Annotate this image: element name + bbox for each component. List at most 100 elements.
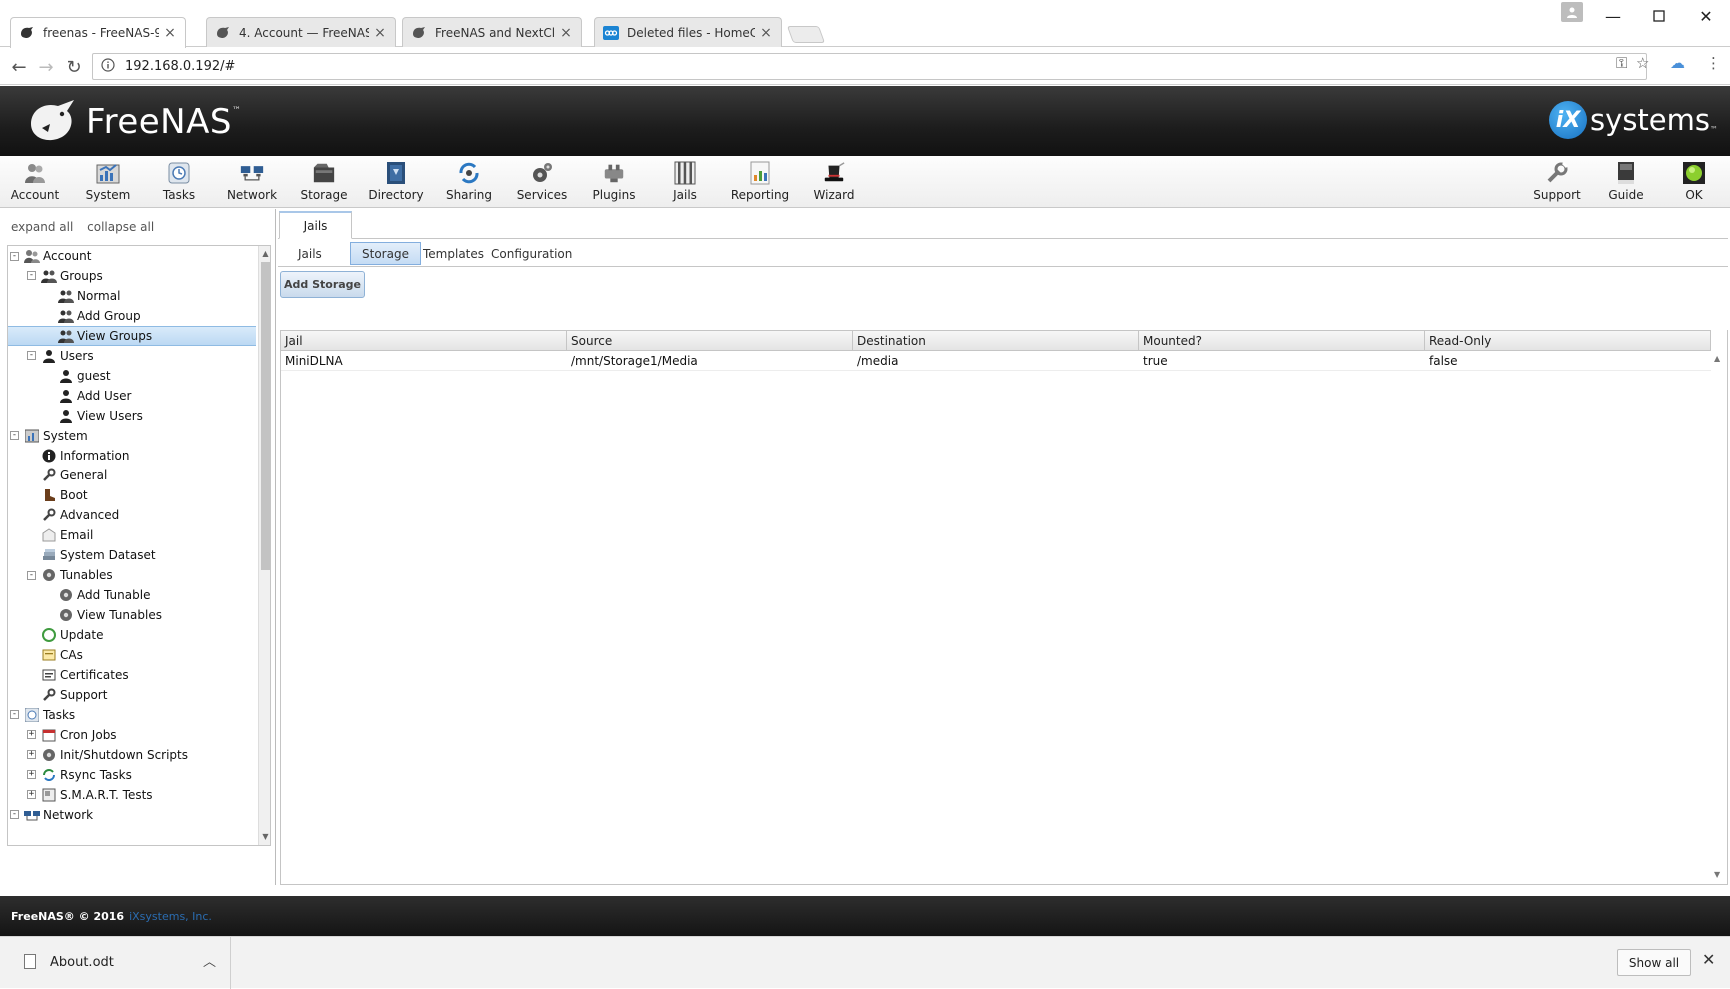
toolbar-jails-button[interactable]: Jails	[649, 161, 721, 205]
column-header-mounted[interactable]: Mounted?	[1139, 331, 1425, 351]
column-header-source[interactable]: Source	[567, 331, 853, 351]
browser-tab-homecloud[interactable]: Deleted files - HomeCloud ×	[594, 17, 782, 47]
collapse-icon[interactable]: -	[27, 271, 36, 281]
toolbar-services-button[interactable]: Services	[506, 161, 578, 205]
subtab-storage[interactable]: Storage	[350, 242, 421, 265]
toolbar-network-button[interactable]: Network	[216, 161, 288, 205]
tree-item-guest[interactable]: guest	[8, 366, 256, 386]
toolbar-guide-button[interactable]: Guide	[1590, 161, 1662, 205]
toolbar-sharing-button[interactable]: Sharing	[433, 161, 505, 205]
toolbar-wizard-button[interactable]: Wizard	[798, 161, 870, 205]
cloud-extension-icon[interactable]: ☁	[1670, 54, 1685, 72]
tree-item-certificates[interactable]: Certificates	[8, 665, 256, 685]
tree-item-view-users[interactable]: View Users	[8, 406, 256, 426]
scroll-up-icon[interactable]: ▲	[261, 249, 270, 258]
tree-scrollbar[interactable]: ▲ ▼	[258, 246, 270, 845]
new-tab-button[interactable]	[786, 26, 826, 43]
close-icon[interactable]: ×	[559, 25, 573, 41]
tree-item-normal[interactable]: Normal	[8, 286, 256, 306]
close-icon[interactable]: ×	[759, 25, 773, 41]
company-link[interactable]: iXsystems, Inc.	[129, 910, 212, 923]
toolbar-system-button[interactable]: System	[72, 161, 144, 205]
chevron-up-icon[interactable]: ︿	[203, 951, 216, 970]
menu-dots-icon[interactable]: ⋮	[1706, 54, 1721, 72]
reload-icon[interactable]: ↻	[61, 54, 87, 80]
tree-item-add-group[interactable]: Add Group	[8, 306, 256, 326]
profile-icon[interactable]	[1561, 2, 1583, 22]
subtab-jails[interactable]: Jails	[287, 242, 333, 265]
tree-item-advanced[interactable]: Advanced	[8, 505, 256, 525]
scroll-up-icon[interactable]: ▲	[1714, 354, 1720, 363]
toolbar-directory-button[interactable]: Directory	[360, 161, 432, 205]
toolbar-account-button[interactable]: Account	[0, 161, 71, 205]
download-item[interactable]: About.odt ︿	[0, 937, 231, 989]
minimize-icon[interactable]: —	[1590, 2, 1636, 30]
expand-icon[interactable]: +	[27, 730, 36, 740]
tree-item-tunables[interactable]: - Tunables	[8, 565, 256, 585]
window-close-icon[interactable]: ✕	[1683, 2, 1729, 30]
close-icon[interactable]: ✕	[1702, 950, 1715, 969]
expand-all-link[interactable]: expand all	[11, 220, 73, 234]
collapse-icon[interactable]: -	[10, 810, 19, 820]
tree-item-boot[interactable]: Boot	[8, 485, 256, 505]
toolbar-alert-button[interactable]: OK	[1658, 161, 1730, 205]
collapse-icon[interactable]: -	[10, 251, 19, 261]
bookmark-star-icon[interactable]: ☆	[1636, 54, 1649, 72]
tree-item-init-shutdown-scripts[interactable]: + Init/Shutdown Scripts	[8, 745, 256, 765]
column-header-jail[interactable]: Jail	[281, 331, 567, 351]
browser-tab-freenas[interactable]: freenas - FreeNAS-9.10.2 ×	[10, 17, 186, 48]
column-header-destination[interactable]: Destination	[853, 331, 1139, 351]
toolbar-storage-button[interactable]: Storage	[288, 161, 360, 205]
expand-icon[interactable]: +	[27, 790, 36, 800]
tree-item-update[interactable]: Update	[8, 625, 256, 645]
forward-icon[interactable]: →	[33, 54, 59, 80]
toolbar-plugins-button[interactable]: Plugins	[578, 161, 650, 205]
close-icon[interactable]: ×	[373, 25, 387, 41]
maximize-icon[interactable]	[1636, 2, 1682, 30]
subtab-configuration[interactable]: Configuration	[480, 242, 583, 265]
tree-item-users[interactable]: - Users	[8, 346, 256, 366]
show-all-button[interactable]: Show all	[1617, 949, 1691, 976]
collapse-icon[interactable]: -	[10, 710, 19, 720]
tree-item-s-m-a-r-t-tests[interactable]: + S.M.A.R.T. Tests	[8, 785, 256, 805]
browser-tab-account-doc[interactable]: 4. Account — FreeNAS® ×	[206, 17, 396, 47]
toolbar-reporting-button[interactable]: Reporting	[724, 161, 796, 205]
tree-item-cron-jobs[interactable]: + Cron Jobs	[8, 725, 256, 745]
expand-icon[interactable]: +	[27, 770, 36, 780]
tree-item-rsync-tasks[interactable]: + Rsync Tasks	[8, 765, 256, 785]
table-row[interactable]: MiniDLNA /mnt/Storage1/Media /media true…	[281, 352, 1711, 371]
tree-item-groups[interactable]: - Groups	[8, 266, 256, 286]
scroll-down-icon[interactable]: ▼	[1714, 870, 1720, 879]
tree-item-view-tunables[interactable]: View Tunables	[8, 605, 256, 625]
back-icon[interactable]: ←	[6, 54, 32, 80]
toolbar-tasks-button[interactable]: Tasks	[143, 161, 215, 205]
browser-tab-nextcloud-guide[interactable]: FreeNAS and NextCloud ×	[402, 17, 582, 47]
scrollbar-thumb[interactable]	[261, 262, 270, 570]
freenas-logo[interactable]: FreeNAS ™	[28, 98, 241, 146]
close-icon[interactable]: ×	[163, 25, 177, 41]
tree-item-cas[interactable]: CAs	[8, 645, 256, 665]
info-icon[interactable]	[101, 58, 115, 75]
tree-item-tasks[interactable]: - Tasks	[8, 705, 256, 725]
tree-item-system[interactable]: - System	[8, 426, 256, 446]
collapse-all-link[interactable]: collapse all	[87, 220, 154, 234]
key-icon[interactable]: ⚿	[1616, 54, 1627, 72]
tree-item-view-groups[interactable]: View Groups	[8, 325, 256, 346]
collapse-icon[interactable]: -	[27, 351, 36, 361]
expand-icon[interactable]: +	[27, 750, 36, 760]
tree-item-account[interactable]: - Account	[8, 246, 256, 266]
table-scrollbar[interactable]: ▲ ▼	[1710, 330, 1727, 883]
add-storage-button[interactable]: Add Storage	[280, 271, 365, 298]
tree-item-system-dataset[interactable]: System Dataset	[8, 545, 256, 565]
column-header-read-only[interactable]: Read-Only	[1425, 331, 1711, 351]
url-field[interactable]: 192.168.0.192/#	[92, 53, 1647, 80]
tree-item-add-tunable[interactable]: Add Tunable	[8, 585, 256, 605]
tab-jails[interactable]: Jails	[279, 211, 352, 239]
tree-item-network[interactable]: - Network	[8, 805, 256, 825]
tree-item-add-user[interactable]: Add User	[8, 386, 256, 406]
tree-item-general[interactable]: General	[8, 465, 256, 485]
tree-item-email[interactable]: Email	[8, 525, 256, 545]
ixsystems-logo[interactable]: iX systems ™	[1549, 100, 1718, 140]
collapse-icon[interactable]: -	[10, 431, 19, 441]
toolbar-support-button[interactable]: Support	[1521, 161, 1593, 205]
